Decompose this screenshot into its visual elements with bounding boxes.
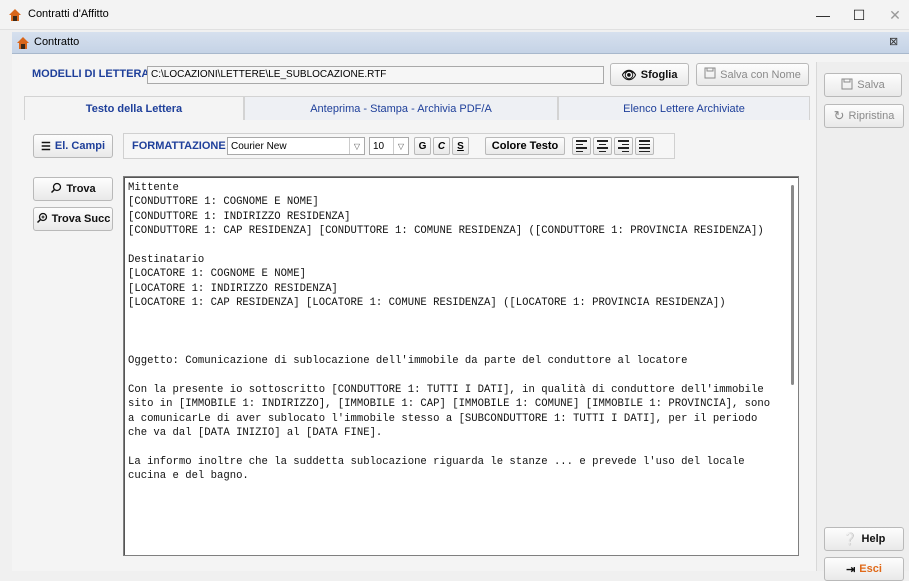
align-center-icon (597, 140, 608, 152)
exit-button[interactable]: ⇥ Esci (824, 557, 904, 581)
fields-button[interactable]: ☰ El. Campi (33, 134, 113, 158)
align-left-button[interactable] (572, 137, 591, 155)
save-button[interactable]: Salva (824, 73, 902, 97)
text-color-button[interactable]: Colore Testo (485, 137, 565, 155)
right-panel (816, 62, 909, 571)
search-plus-icon (36, 212, 48, 227)
window-left-border (0, 30, 12, 571)
list-icon: ☰ (41, 140, 51, 153)
app-house-icon (8, 8, 22, 22)
italic-button[interactable]: C (433, 137, 450, 155)
search-icon (50, 182, 62, 197)
inner-house-icon (16, 36, 30, 50)
align-left-icon (576, 140, 587, 152)
chevron-down-icon: ▽ (349, 138, 364, 154)
browse-button-label: Sfoglia (640, 68, 678, 81)
help-button[interactable]: ❔ Help (824, 527, 904, 551)
bold-button[interactable]: G (414, 137, 431, 155)
help-button-label: Help (861, 533, 886, 545)
inner-window-title-bar: Contratto ⊠ (12, 32, 909, 54)
align-right-icon (618, 140, 629, 152)
inner-close-button[interactable]: ⊠ (889, 35, 898, 48)
refresh-icon: ↻ (833, 108, 845, 123)
save-as-button[interactable]: Salva con Nome (696, 63, 809, 86)
template-path-field[interactable]: C:\LOCAZIONI\LETTERE\LE_SUBLOCAZIONE.RTF (147, 66, 604, 84)
formatting-label: FORMATTAZIONE (132, 140, 226, 152)
save-button-label: Salva (857, 79, 885, 91)
browse-button[interactable]: 👁 Sfoglia (610, 63, 689, 86)
tab-preview-print[interactable]: Anteprima - Stampa - Archivia PDF/A (244, 96, 558, 120)
find-next-button-label: Trova Succ (51, 213, 111, 225)
window-title-bar: Contratti d'Affitto — ☐ ✕ (0, 0, 909, 30)
close-button[interactable]: ✕ (872, 0, 909, 30)
justify-icon (639, 140, 650, 152)
exit-button-label: Esci (859, 563, 882, 575)
letter-text-editor[interactable]: Mittente [CONDUTTORE 1: COGNOME E NOME] … (123, 176, 799, 556)
font-select-value: Courier New (231, 140, 287, 152)
floppy-icon (704, 67, 716, 82)
vertical-scrollbar[interactable] (791, 185, 794, 385)
window-title: Contratti d'Affitto (28, 8, 109, 20)
help-icon: ❔ (842, 532, 858, 546)
find-button[interactable]: Trova (33, 177, 113, 201)
underline-button[interactable]: S (452, 137, 469, 155)
chevron-down-icon: ▽ (393, 138, 408, 154)
template-label: MODELLI DI LETTERA (32, 68, 150, 80)
tab-letter-text[interactable]: Testo della Lettera (24, 96, 244, 120)
eye-icon: 👁 (621, 67, 637, 82)
fields-button-label: El. Campi (54, 140, 105, 152)
exit-icon: ⇥ (846, 563, 856, 576)
find-button-label: Trova (66, 183, 96, 195)
size-select-value: 10 (373, 140, 385, 152)
inner-window-title: Contratto (34, 36, 80, 48)
size-select[interactable]: 10 ▽ (369, 137, 409, 155)
restore-button-label: Ripristina (848, 110, 895, 122)
align-center-button[interactable] (593, 137, 612, 155)
save-as-button-label: Salva con Nome (720, 68, 801, 81)
letter-body-text: Mittente [CONDUTTORE 1: COGNOME E NOME] … (128, 182, 771, 483)
justify-button[interactable] (635, 137, 654, 155)
align-right-button[interactable] (614, 137, 633, 155)
tab-archived-letters[interactable]: Elenco Lettere Archiviate (558, 96, 810, 120)
floppy-icon (841, 78, 853, 93)
find-next-button[interactable]: Trova Succ (33, 207, 113, 231)
font-select[interactable]: Courier New ▽ (227, 137, 365, 155)
restore-button[interactable]: ↻ Ripristina (824, 104, 904, 128)
